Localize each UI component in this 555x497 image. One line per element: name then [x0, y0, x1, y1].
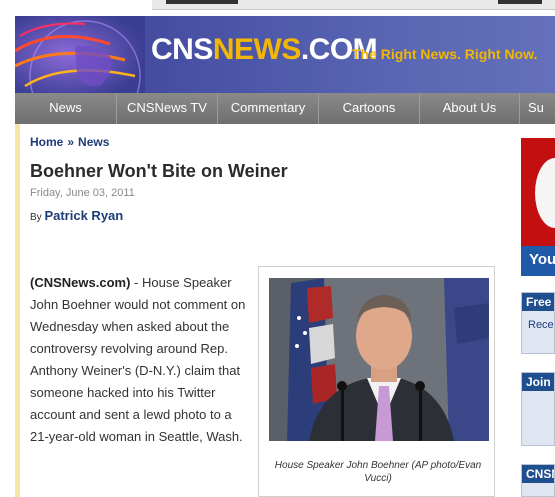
article-date: Friday, June 03, 2011 [30, 187, 135, 199]
sidebar-ad[interactable]: You [521, 138, 555, 276]
nav-item-commentary[interactable]: Commentary [218, 93, 319, 124]
article-byline: By Patrick Ryan [30, 208, 123, 223]
site-logo[interactable]: CNSNEWS.COM [151, 32, 378, 68]
nav-item-news[interactable]: News [15, 93, 117, 124]
article-body: (CNSNews.com) - House Speaker John Boehn… [30, 272, 250, 448]
sidebar-box-free[interactable]: Free C Rece [521, 292, 555, 354]
globe-logo-icon [15, 16, 145, 93]
logo-cns: CNS [151, 33, 213, 66]
right-sidebar: You Free C Rece Join C CNSN [517, 124, 555, 497]
main-nav: News CNSNews TV Commentary Cartoons Abou… [15, 93, 555, 124]
sidebar-box-free-header: Free C [522, 293, 554, 311]
sidebar-box-join-header: Join C [522, 373, 554, 391]
nav-item-about-us[interactable]: About Us [420, 93, 520, 124]
logo-news: NEWS [212, 33, 302, 66]
breadcrumb-separator: » [67, 135, 75, 149]
site-tagline: The Right News. Right Now. [352, 46, 538, 62]
article-title: Boehner Won't Bite on Weiner [30, 161, 288, 181]
author-link[interactable]: Patrick Ryan [44, 208, 123, 223]
site-header: CNSNEWS.COM The Right News. Right Now. [15, 16, 555, 93]
top-banner-ad[interactable] [152, 0, 555, 10]
nav-item-subscribe[interactable]: Su [520, 93, 555, 124]
sidebar-box-cnsn-header: CNSN [522, 465, 554, 483]
sidebar-box-cnsn[interactable]: CNSN [521, 464, 555, 497]
main-content: Home » News Boehner Won't Bite on Weiner F… [20, 124, 505, 497]
top-strip [0, 0, 555, 16]
nav-item-cartoons[interactable]: Cartoons [319, 93, 420, 124]
article-photo[interactable] [269, 278, 489, 441]
byline-prefix: By [30, 212, 42, 223]
article-text: - House Speaker John Boehner would not c… [30, 275, 246, 444]
breadcrumb-home-link[interactable]: Home [30, 135, 63, 149]
sidebar-box-free-body: Rece [528, 319, 554, 331]
breadcrumb: Home » News [30, 135, 109, 149]
sidebar-ad-text: You [521, 246, 555, 276]
article-source: (CNSNews.com) [30, 275, 131, 290]
sidebar-box-join[interactable]: Join C [521, 372, 555, 446]
boehner-photo-image [269, 278, 489, 441]
breadcrumb-news-link[interactable]: News [78, 135, 109, 149]
lightbulb-icon [535, 158, 555, 228]
nav-item-cnsnews-tv[interactable]: CNSNews TV [117, 93, 218, 124]
photo-caption: House Speaker John Boehner (AP photo/Eva… [274, 460, 482, 484]
article-photo-box: House Speaker John Boehner (AP photo/Eva… [258, 266, 495, 497]
